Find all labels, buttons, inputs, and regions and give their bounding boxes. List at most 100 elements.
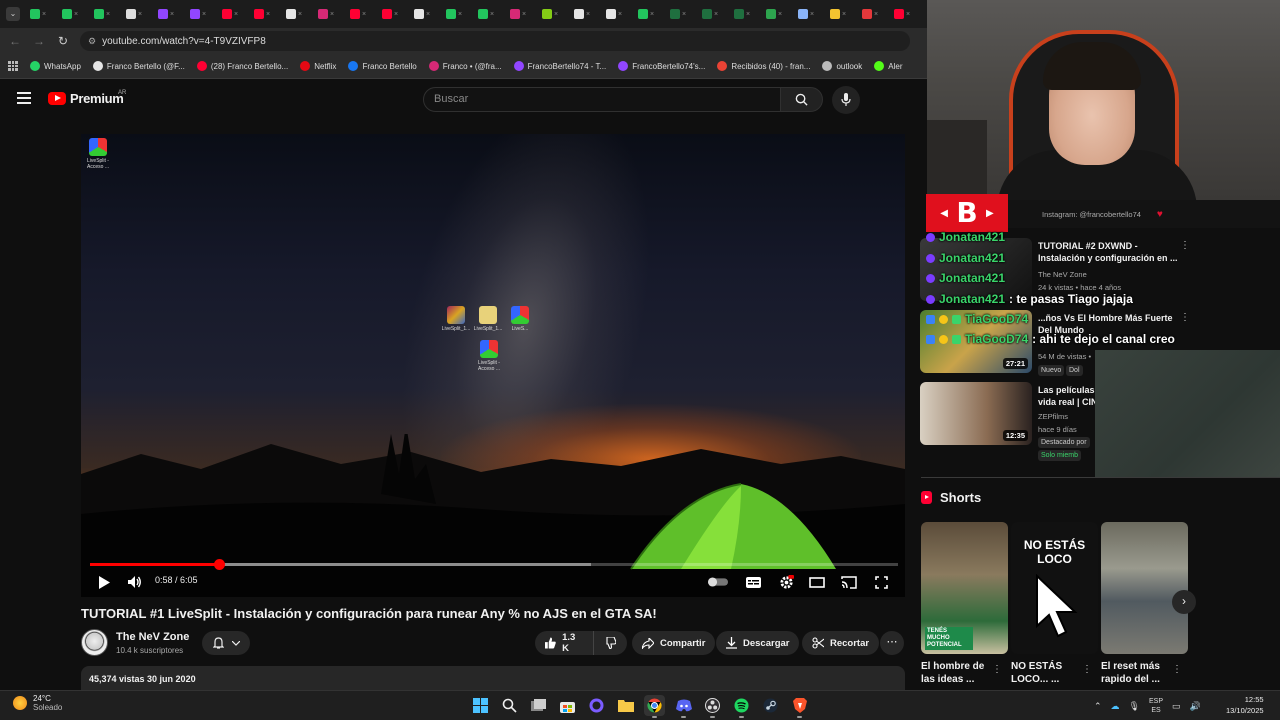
browser-tab[interactable]: × xyxy=(632,3,660,25)
dislike-button[interactable] xyxy=(593,631,627,655)
recommendation-title[interactable]: TUTORIAL #2 DXWND - Instalación y config… xyxy=(1038,240,1178,264)
close-tab-icon[interactable]: × xyxy=(202,11,206,18)
close-tab-icon[interactable]: × xyxy=(298,11,302,18)
language-indicator[interactable]: ESP ES xyxy=(1149,697,1163,715)
bookmark-item[interactable]: Recibidos (40) - fran... xyxy=(717,61,810,71)
reload-icon[interactable]: ↻ xyxy=(56,34,70,48)
channel-avatar[interactable] xyxy=(81,629,108,656)
browser-tab[interactable]: × xyxy=(760,3,788,25)
bookmark-item[interactable]: FrancoBertello74's... xyxy=(618,61,705,71)
system-clock[interactable]: 12:55 13/10/2025 xyxy=(1226,694,1264,716)
youtube-logo[interactable]: Premium xyxy=(48,91,124,106)
more-options-icon[interactable]: ⋮ xyxy=(1180,240,1190,251)
search-button[interactable] xyxy=(780,87,823,112)
bookmark-item[interactable]: Franco • (@fra... xyxy=(428,61,502,71)
forward-icon[interactable]: → xyxy=(32,34,46,48)
theater-mode-button[interactable] xyxy=(807,572,827,592)
more-options-icon[interactable]: ⋮ xyxy=(1180,312,1190,323)
bookmark-item[interactable]: Aler xyxy=(874,61,902,71)
browser-tab[interactable]: × xyxy=(216,3,244,25)
chevron-up-icon[interactable]: ⌃ xyxy=(1094,701,1102,712)
desktop-icon-livesplit[interactable]: LiveS... xyxy=(503,306,537,332)
close-tab-icon[interactable]: × xyxy=(778,11,782,18)
menu-icon[interactable] xyxy=(17,92,31,104)
browser-tab[interactable]: × xyxy=(440,3,468,25)
browser-tab[interactable]: × xyxy=(56,3,84,25)
cast-button[interactable] xyxy=(839,572,859,592)
desktop-icon-folder[interactable]: LiveSplit_1... xyxy=(471,306,505,332)
close-tab-icon[interactable]: × xyxy=(106,11,110,18)
close-tab-icon[interactable]: × xyxy=(682,11,686,18)
volume-icon[interactable]: 🔊 xyxy=(1190,701,1201,712)
play-button[interactable] xyxy=(94,572,114,592)
file-explorer-icon[interactable] xyxy=(615,695,636,716)
close-tab-icon[interactable]: × xyxy=(266,11,270,18)
close-tab-icon[interactable]: × xyxy=(746,11,750,18)
brave-icon[interactable] xyxy=(789,695,810,718)
recommendation-title[interactable]: Las películas vida real | CIN xyxy=(1038,384,1098,408)
browser-tab[interactable]: × xyxy=(536,3,564,25)
short-thumbnail[interactable]: TENÉS MUCHO POTENCIAL xyxy=(921,522,1008,654)
bookmark-item[interactable]: (28) Franco Bertello... xyxy=(196,61,288,71)
autoplay-toggle[interactable] xyxy=(708,572,728,592)
bookmark-item[interactable]: outlook xyxy=(822,61,862,71)
bookmark-item[interactable]: Netflix xyxy=(300,61,336,71)
browser-tab[interactable]: × xyxy=(24,3,52,25)
browser-tab[interactable]: × xyxy=(504,3,532,25)
browser-tab[interactable]: × xyxy=(472,3,500,25)
close-tab-icon[interactable]: × xyxy=(138,11,142,18)
browser-tab[interactable]: × xyxy=(408,3,436,25)
close-tab-icon[interactable]: × xyxy=(842,11,846,18)
close-tab-icon[interactable]: × xyxy=(874,11,878,18)
voice-search-button[interactable] xyxy=(832,86,860,114)
browser-tab[interactable]: × xyxy=(664,3,692,25)
close-tab-icon[interactable]: × xyxy=(906,11,910,18)
more-options-icon[interactable]: ⋮ xyxy=(1082,664,1092,675)
close-tab-icon[interactable]: × xyxy=(330,11,334,18)
short-title[interactable]: NO ESTÁS LOCO... ... xyxy=(1011,660,1081,686)
fullscreen-button[interactable] xyxy=(871,572,891,592)
short-title[interactable]: El hombre de las ideas ... xyxy=(921,660,991,686)
recommendation-card[interactable]: TUTORIAL #2 DXWND - Instalación y config… xyxy=(920,238,1280,301)
close-tab-icon[interactable]: × xyxy=(42,11,46,18)
share-button[interactable]: Compartir xyxy=(632,631,716,655)
network-icon[interactable]: ▭ xyxy=(1172,701,1181,712)
close-tab-icon[interactable]: × xyxy=(426,11,430,18)
desktop-icon-livesplit-shortcut[interactable]: LiveSplit - Acceso ... xyxy=(472,340,506,372)
progress-bar[interactable] xyxy=(90,559,898,570)
more-options-icon[interactable]: ⋮ xyxy=(1172,664,1182,675)
settings-button[interactable] xyxy=(776,572,796,592)
store-icon[interactable] xyxy=(557,695,578,716)
tab-search-button[interactable]: ⌄ xyxy=(6,7,20,21)
close-tab-icon[interactable]: × xyxy=(362,11,366,18)
video-player[interactable]: LiveSplit_1... LiveSplit_1... LiveS... L… xyxy=(81,134,905,597)
close-tab-icon[interactable]: × xyxy=(170,11,174,18)
volume-button[interactable] xyxy=(125,572,145,592)
close-tab-icon[interactable]: × xyxy=(490,11,494,18)
video-thumbnail[interactable]: 12:35 xyxy=(920,382,1032,445)
browser-tab[interactable]: × xyxy=(184,3,212,25)
browser-tab[interactable]: × xyxy=(568,3,596,25)
close-tab-icon[interactable]: × xyxy=(650,11,654,18)
discord-icon[interactable] xyxy=(673,695,694,718)
short-title[interactable]: El reset más rapido del ... xyxy=(1101,660,1171,686)
close-tab-icon[interactable]: × xyxy=(522,11,526,18)
more-actions-button[interactable]: ⋯ xyxy=(880,631,904,655)
browser-tab[interactable]: × xyxy=(792,3,820,25)
clip-button[interactable]: Recortar xyxy=(802,631,880,655)
browser-tab[interactable]: × xyxy=(344,3,372,25)
browser-tab[interactable]: × xyxy=(696,3,724,25)
browser-tab[interactable]: × xyxy=(312,3,340,25)
back-icon[interactable]: ← xyxy=(8,34,22,48)
desktop-icon-corner[interactable]: LiveSplit - Acceso ... xyxy=(81,138,115,170)
browser-tab[interactable]: × xyxy=(280,3,308,25)
apps-grid-icon[interactable] xyxy=(8,61,18,71)
more-options-icon[interactable]: ⋮ xyxy=(992,664,1002,675)
close-tab-icon[interactable]: × xyxy=(394,11,398,18)
app-circle-icon[interactable] xyxy=(586,695,607,716)
browser-tab[interactable]: × xyxy=(120,3,148,25)
close-tab-icon[interactable]: × xyxy=(810,11,814,18)
search-icon[interactable] xyxy=(499,695,520,716)
like-button[interactable]: 1.3 K xyxy=(535,631,593,655)
desktop-icon-winrar[interactable]: LiveSplit_1... xyxy=(439,306,473,332)
